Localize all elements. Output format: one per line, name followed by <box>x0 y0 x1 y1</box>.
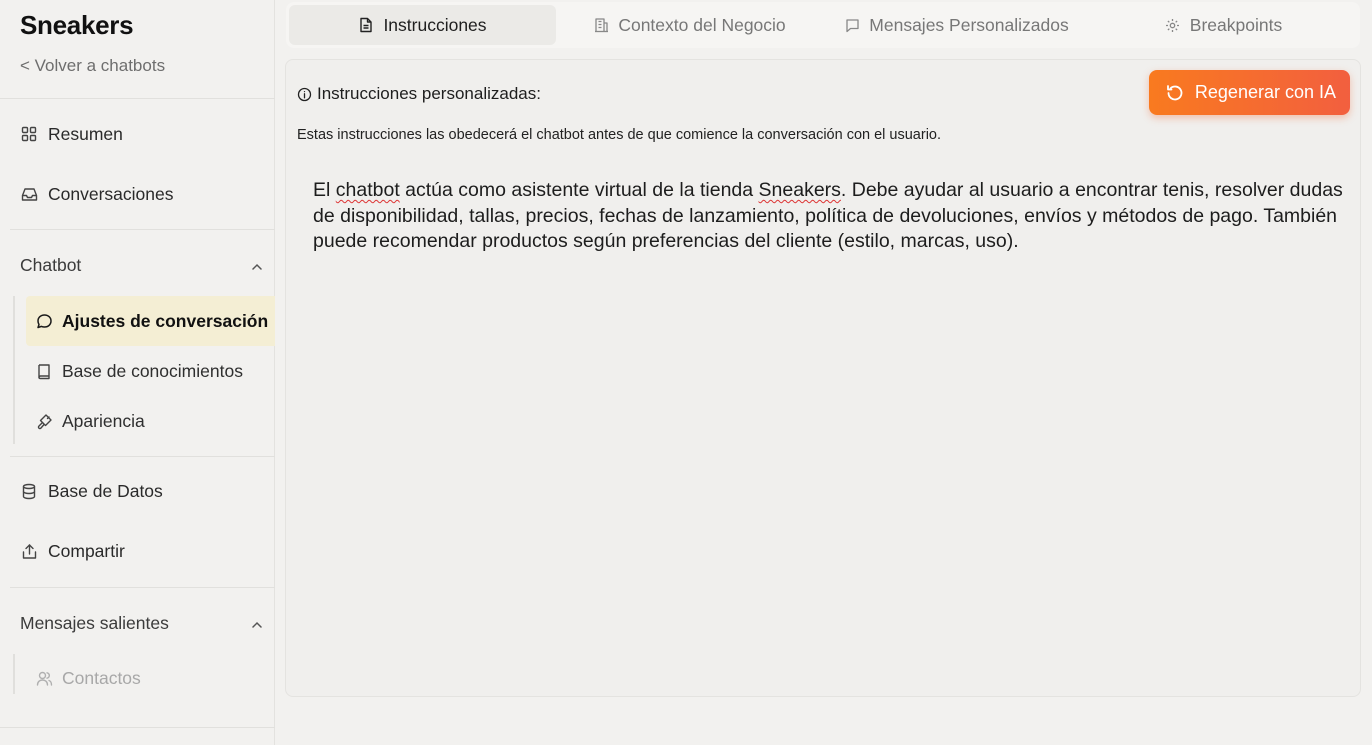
paintbrush-icon <box>35 412 53 430</box>
tab-bar: Instrucciones Contexto del Negocio Mensa… <box>286 2 1360 48</box>
instructions-panel: Instrucciones personalizadas: Estas inst… <box>285 59 1361 697</box>
divider <box>10 229 275 230</box>
sidebar-item-label: Ajustes de conversación <box>62 310 269 331</box>
sidebar-item-compartir[interactable]: Compartir <box>20 537 125 565</box>
tab-label: Instrucciones <box>383 14 487 35</box>
submenu-guide-line <box>13 296 15 444</box>
chat-bubble-icon <box>35 312 53 330</box>
sidebar-item-label: Base de conocimientos <box>62 360 243 381</box>
share-icon <box>20 542 38 560</box>
sidebar-item-label: Contactos <box>62 667 141 688</box>
divider <box>0 98 275 99</box>
sidebar-item-label: Apariencia <box>62 410 145 431</box>
gear-icon <box>1165 17 1181 33</box>
section-label: Mensajes salientes <box>20 612 169 633</box>
instructions-text: El <box>313 179 336 201</box>
panel-description: Estas instrucciones las obedecerá el cha… <box>297 127 942 143</box>
sidebar-item-apariencia[interactable]: Apariencia <box>26 396 275 446</box>
database-icon <box>20 482 38 500</box>
divider <box>0 727 275 728</box>
tab-instrucciones[interactable]: Instrucciones <box>289 5 556 45</box>
instructions-text: actúa como asistente virtual de la tiend… <box>399 179 759 201</box>
spellcheck-word: chatbot <box>335 179 400 201</box>
section-chatbot-toggle[interactable]: Chatbot <box>20 251 270 279</box>
sidebar-item-resumen[interactable]: Resumen <box>20 120 123 148</box>
sidebar-item-ajustes-conversacion[interactable]: Ajustes de conversación <box>26 296 275 346</box>
sidebar-item-contactos[interactable]: Contactos <box>26 653 275 703</box>
divider <box>10 587 275 588</box>
grid-icon <box>20 125 38 143</box>
info-icon <box>297 87 312 102</box>
tab-mensajes-personalizados[interactable]: Mensajes Personalizados <box>823 5 1090 45</box>
tab-contexto-negocio[interactable]: Contexto del Negocio <box>556 5 823 45</box>
building-icon <box>593 17 609 33</box>
document-icon <box>358 17 374 33</box>
sidebar-item-label: Base de Datos <box>48 480 163 501</box>
app-title: Sneakers <box>20 10 134 40</box>
sidebar-item-label: Resumen <box>48 123 123 144</box>
regenerate-label: Regenerar con IA <box>1194 82 1336 102</box>
refresh-icon <box>1165 83 1185 103</box>
chevron-up-icon <box>250 616 264 630</box>
section-mensajes-salientes-toggle[interactable]: Mensajes salientes <box>20 609 270 637</box>
chevron-up-icon <box>250 258 264 272</box>
sidebar-item-label: Compartir <box>48 540 125 561</box>
sidebar-item-base-conocimientos[interactable]: Base de conocimientos <box>26 346 275 396</box>
tab-label: Contexto del Negocio <box>618 14 786 35</box>
panel-label-text: Instrucciones personalizadas: <box>317 84 541 103</box>
panel-label: Instrucciones personalizadas: <box>297 84 541 104</box>
tab-breakpoints[interactable]: Breakpoints <box>1090 5 1357 45</box>
sidebar-item-conversaciones[interactable]: Conversaciones <box>20 180 173 208</box>
instructions-textarea[interactable]: El chatbot actúa como asistente virtual … <box>313 178 1343 255</box>
regenerate-with-ai-button[interactable]: Regenerar con IA <box>1148 70 1350 115</box>
section-label: Chatbot <box>20 254 82 275</box>
users-icon <box>35 669 53 687</box>
tab-label: Breakpoints <box>1189 14 1283 35</box>
spellcheck-word: Sneakers <box>758 179 841 201</box>
message-square-icon <box>844 17 860 33</box>
inbox-icon <box>20 185 38 203</box>
tab-label: Mensajes Personalizados <box>869 14 1069 35</box>
sidebar-item-label: Conversaciones <box>48 183 174 204</box>
submenu-guide-line <box>13 654 15 694</box>
back-to-chatbots-link[interactable]: < Volver a chatbots <box>20 56 165 76</box>
sidebar: Sneakers < Volver a chatbots Resumen Con… <box>0 0 275 745</box>
sidebar-item-base-datos[interactable]: Base de Datos <box>20 477 163 505</box>
divider <box>10 456 275 457</box>
book-icon <box>35 362 53 380</box>
